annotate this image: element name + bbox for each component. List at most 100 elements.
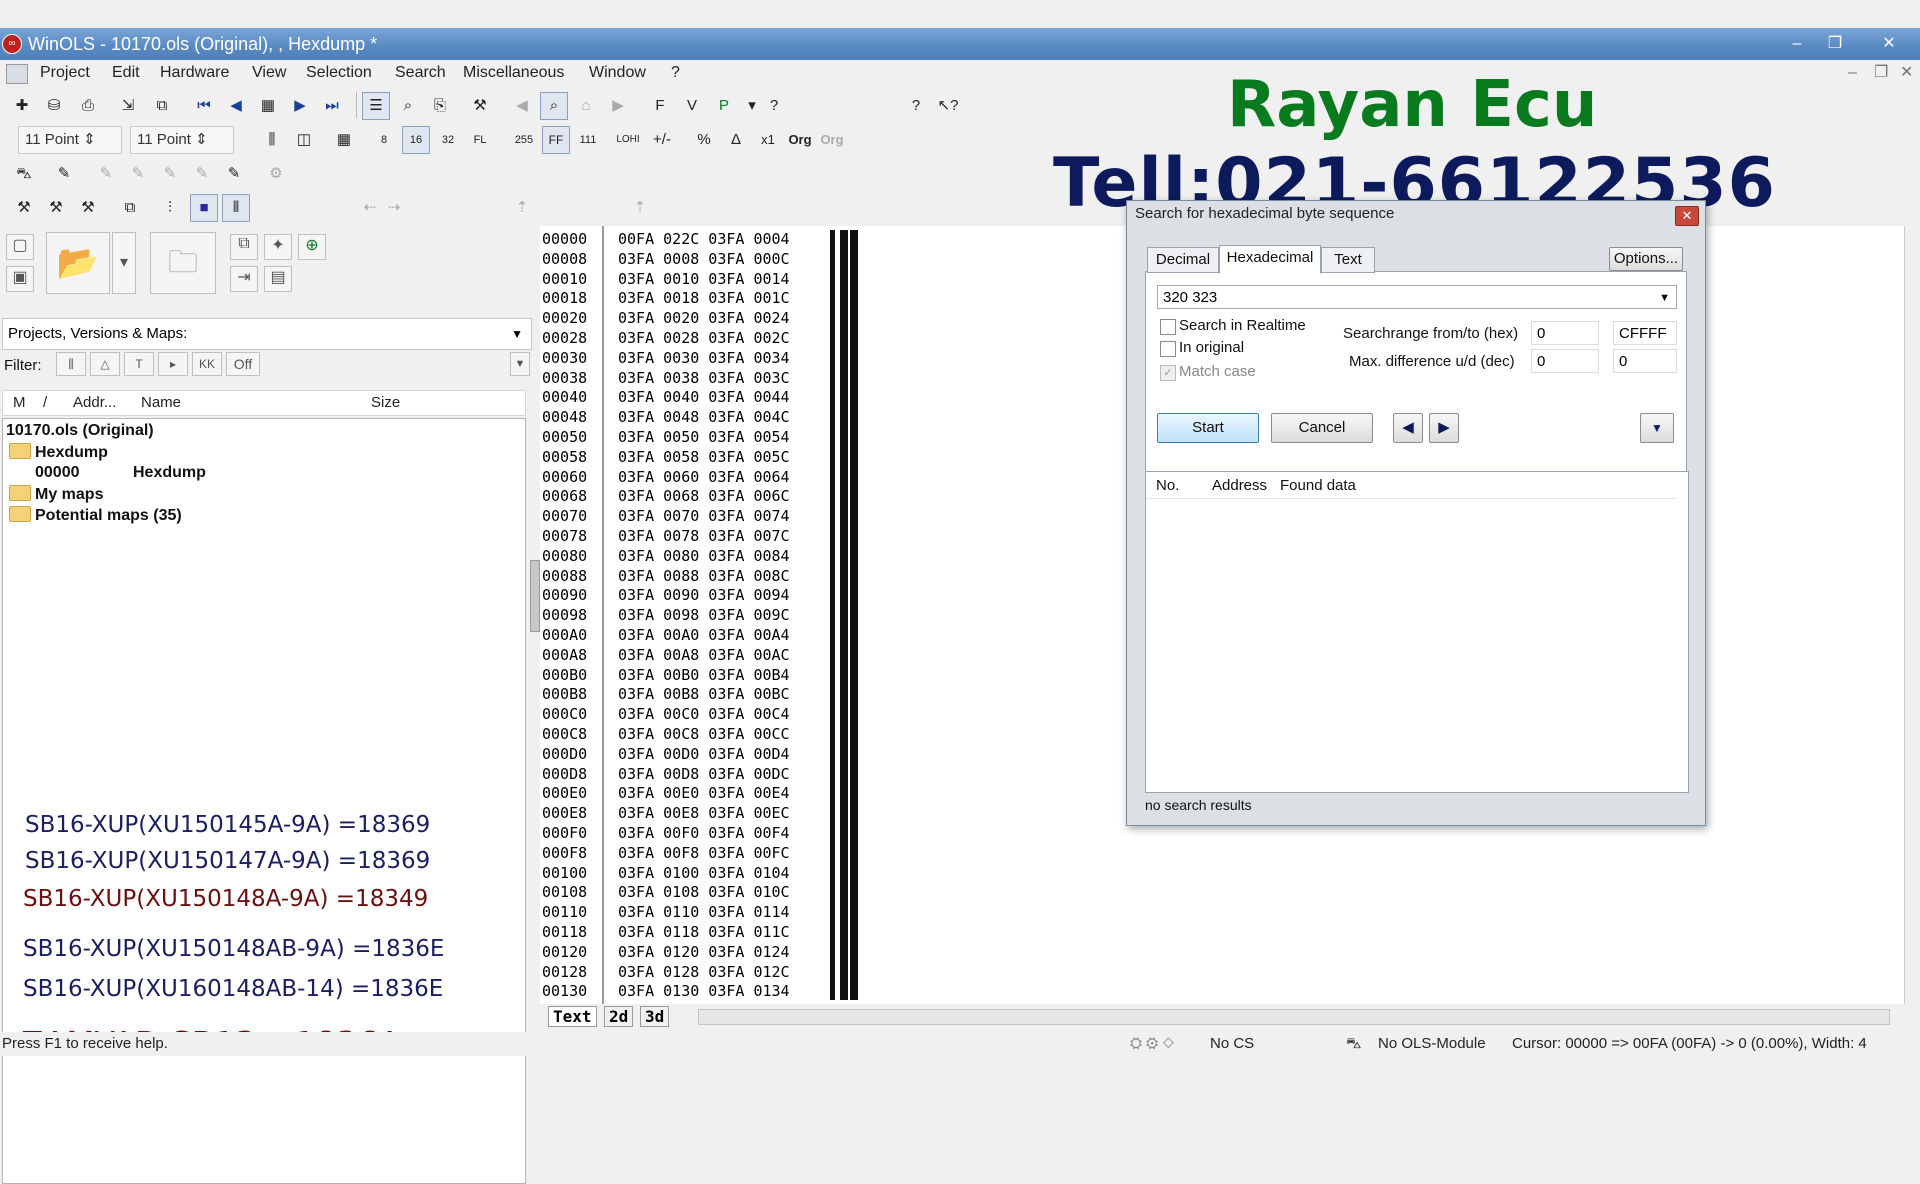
map-tool-1-icon[interactable]: ⚒ xyxy=(10,194,38,222)
tree-folder-hexdump[interactable]: Hexdump xyxy=(9,443,108,462)
car-icon[interactable]: ⛍ xyxy=(10,160,38,188)
map-tool-2-icon[interactable]: ⚒ xyxy=(42,194,70,222)
arrow-both-icon[interactable]: ⇡ xyxy=(508,194,536,222)
hex-data[interactable]: 03FA 0118 03FA 011C xyxy=(618,923,790,943)
column-name[interactable]: Name xyxy=(141,391,181,415)
hex-data[interactable]: 03FA 00E8 03FA 00EC xyxy=(618,804,790,824)
tab-3d[interactable]: 3d xyxy=(640,1006,670,1027)
filter-type-icon[interactable]: ⫼ xyxy=(56,352,86,376)
tool-1-icon[interactable]: ✎ xyxy=(92,160,120,188)
export-icon[interactable]: ⇥ xyxy=(230,266,258,292)
help-icon[interactable]: ? xyxy=(760,92,788,120)
hex-data[interactable]: 03FA 0008 03FA 000C xyxy=(618,250,790,270)
hex-data[interactable]: 03FA 0010 03FA 0014 xyxy=(618,270,790,290)
hex-data[interactable]: 03FA 0070 03FA 0074 xyxy=(618,507,790,527)
menu-hardware[interactable]: Hardware xyxy=(160,60,229,86)
hex-data[interactable]: 03FA 00C0 03FA 00C4 xyxy=(618,705,790,725)
hex-data[interactable]: 03FA 00D8 03FA 00DC xyxy=(618,765,790,785)
hex-data[interactable]: 03FA 0128 03FA 012C xyxy=(618,963,790,983)
tree-item-address[interactable]: 00000 xyxy=(35,464,80,482)
menu-selection[interactable]: Selection xyxy=(306,60,372,86)
tool-6-icon[interactable]: ⚙ xyxy=(262,160,290,188)
hex-data[interactable]: 03FA 0098 03FA 009C xyxy=(618,606,790,626)
open-folder-icon[interactable]: 📂 xyxy=(46,232,110,294)
dialog-close-icon[interactable]: ✕ xyxy=(1675,206,1699,226)
tool-3-icon[interactable]: ✎ xyxy=(156,160,184,188)
tree-root[interactable]: 10170.ols (Original) xyxy=(6,422,154,440)
print-icon[interactable]: ⎙ xyxy=(74,92,102,120)
previous-icon[interactable]: ◀ xyxy=(222,92,250,120)
bookmark-icon[interactable]: ⌂ xyxy=(572,92,600,120)
range-to-input[interactable]: CFFFF xyxy=(1613,321,1677,345)
decimal-255-icon[interactable]: 255 xyxy=(510,126,538,154)
last-icon[interactable]: ⏭ xyxy=(318,92,346,120)
factor-x1-icon[interactable]: x1 xyxy=(754,126,782,154)
menu-miscellaneous[interactable]: Miscellaneous xyxy=(463,60,564,86)
binary-icon[interactable]: 111 xyxy=(574,126,602,154)
8bit-icon[interactable]: 8 xyxy=(370,126,398,154)
page-icon[interactable]: ⎘ xyxy=(426,92,454,120)
new-project-icon[interactable]: ✚ xyxy=(8,92,36,120)
hex-data[interactable]: 03FA 00D0 03FA 00D4 xyxy=(618,745,790,765)
16bit-icon[interactable]: 16 xyxy=(402,126,430,154)
max-diff-down-input[interactable]: 0 xyxy=(1613,349,1677,373)
back-icon[interactable]: ◀ xyxy=(508,92,536,120)
original-diff-icon[interactable]: Org xyxy=(818,126,846,154)
import-icon[interactable]: ⇲ xyxy=(114,92,142,120)
hex-data[interactable]: 03FA 0060 03FA 0064 xyxy=(618,468,790,488)
close-button[interactable]: ✕ xyxy=(1874,32,1904,56)
edit-car-icon[interactable]: ✎ xyxy=(50,160,78,188)
mdi-minimize-button[interactable]: – xyxy=(1848,60,1857,86)
p-box-icon[interactable]: P xyxy=(710,92,738,120)
hex-data[interactable]: 03FA 0040 03FA 0044 xyxy=(618,388,790,408)
tools-icon[interactable]: ⚒ xyxy=(466,92,494,120)
maximize-button[interactable]: ❐ xyxy=(1820,32,1850,56)
hex-data[interactable]: 03FA 0110 03FA 0114 xyxy=(618,903,790,923)
map-tool-5-icon[interactable]: ⫶ xyxy=(156,194,184,222)
expand-icon[interactable]: ▼ xyxy=(1640,413,1674,443)
vertical-scrollbar[interactable] xyxy=(1904,226,1920,1004)
tree-folder-my-maps[interactable]: My maps xyxy=(9,485,103,504)
open-dropdown-icon[interactable]: ▾ xyxy=(112,232,136,294)
column-sort[interactable]: / xyxy=(43,391,47,415)
hex-ff-icon[interactable]: FF xyxy=(542,126,570,154)
original-icon[interactable]: Org xyxy=(786,126,814,154)
whats-this-icon[interactable]: ↖? xyxy=(934,92,962,120)
hex-data[interactable]: 03FA 0088 03FA 008C xyxy=(618,567,790,587)
hex-data[interactable]: 03FA 0078 03FA 007C xyxy=(618,527,790,547)
max-diff-up-input[interactable]: 0 xyxy=(1531,349,1599,373)
hex-data[interactable]: 03FA 0068 03FA 006C xyxy=(618,487,790,507)
font-size-spinner-2[interactable]: 11 Point ⇕ xyxy=(130,126,234,154)
column-size[interactable]: Size xyxy=(371,391,400,415)
search-value-combobox[interactable]: 320 323 ▼ xyxy=(1157,285,1677,309)
hex-data[interactable]: 03FA 0038 03FA 003C xyxy=(618,369,790,389)
match-case-checkbox[interactable]: ✓ xyxy=(1160,365,1176,381)
hex-data[interactable]: 03FA 0018 03FA 001C xyxy=(618,289,790,309)
float-icon[interactable]: FL xyxy=(466,126,494,154)
hex-data[interactable]: 03FA 0030 03FA 0034 xyxy=(618,349,790,369)
hex-data[interactable]: 03FA 0050 03FA 0054 xyxy=(618,428,790,448)
hex-data[interactable]: 03FA 0100 03FA 0104 xyxy=(618,864,790,884)
results-column-address[interactable]: Address xyxy=(1212,477,1267,494)
projects-versions-maps-dropdown[interactable]: Projects, Versions & Maps: ▼ xyxy=(2,318,532,350)
menu-project[interactable]: Project xyxy=(40,60,90,86)
grid-icon[interactable]: ▦ xyxy=(254,92,282,120)
tool-2-icon[interactable]: ✎ xyxy=(124,160,152,188)
hex-data[interactable]: 03FA 0130 03FA 0134 xyxy=(618,982,790,1002)
list-view-icon[interactable]: ☰ xyxy=(362,92,390,120)
32bit-icon[interactable]: 32 xyxy=(434,126,462,154)
start-button[interactable]: Start xyxy=(1157,413,1259,443)
menu-view[interactable]: View xyxy=(252,60,286,86)
next-result-icon[interactable]: ▶ xyxy=(1429,413,1459,443)
f-box-icon[interactable]: F xyxy=(646,92,674,120)
next-icon[interactable]: ▶ xyxy=(286,92,314,120)
filter-triangle-icon[interactable]: △ xyxy=(90,352,120,376)
columns-icon[interactable]: ⫼ xyxy=(258,126,286,154)
hex-data[interactable]: 00FA 022C 03FA 0004 xyxy=(618,230,790,250)
results-list[interactable]: No. Address Found data xyxy=(1145,471,1689,793)
filter-off-button[interactable]: Off xyxy=(226,352,260,376)
archive-icon[interactable]: 🗀 xyxy=(150,232,216,294)
tab-text[interactable]: Text xyxy=(548,1006,597,1027)
previous-result-icon[interactable]: ◀ xyxy=(1393,413,1423,443)
hex-data[interactable]: 03FA 0090 03FA 0094 xyxy=(618,586,790,606)
